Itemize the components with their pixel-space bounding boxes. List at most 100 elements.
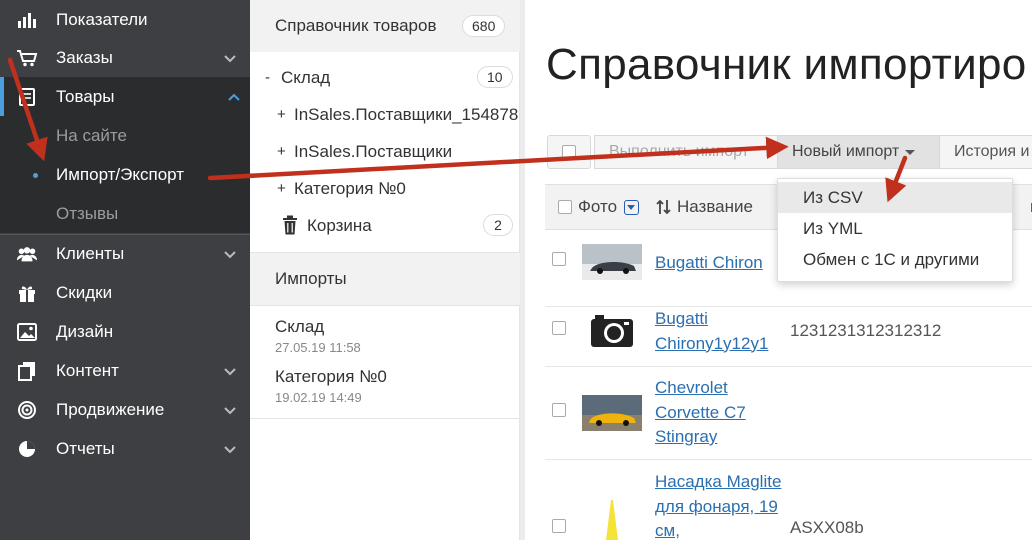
chevron-down-icon <box>224 406 236 414</box>
sidebar-subitem-reviews[interactable]: Отзывы <box>0 194 250 233</box>
import-date: 19.02.19 14:49 <box>275 390 362 405</box>
tree-item-category-0[interactable]: + Категория №0 <box>250 170 520 207</box>
sidebar-item-label: Дизайн <box>56 321 114 341</box>
caret-down-icon <box>905 149 916 155</box>
chevron-down-icon <box>224 54 236 62</box>
menu-item-1c-exchange[interactable]: Обмен с 1С и другими <box>778 244 1012 275</box>
new-import-label: Новый импорт <box>792 143 900 160</box>
pie-chart-icon <box>16 439 38 459</box>
history-button[interactable]: История и <box>939 135 1032 169</box>
import-item[interactable]: Склад 27.05.19 11:58 <box>275 317 361 355</box>
sidebar-item-content[interactable]: Контент <box>0 351 250 390</box>
page-title: Справочник импортиро <box>546 40 1027 89</box>
book-icon <box>16 87 38 107</box>
tree-collapse-marker[interactable]: - <box>265 69 270 86</box>
import-name: Склад <box>275 317 325 336</box>
product-thumbnail[interactable] <box>582 244 642 280</box>
catalog-panel: Справочник товаров 680 - Склад 10 + InSa… <box>250 0 520 540</box>
run-import-label: Выполнить импорт <box>609 143 749 160</box>
sidebar-item-label: Товары <box>56 86 115 106</box>
sidebar-subitem-on-site[interactable]: На сайте <box>0 116 250 155</box>
tree-count-badge: 2 <box>483 214 513 236</box>
column-name[interactable]: Название <box>655 197 753 217</box>
tree-item-trash[interactable]: Корзина 2 <box>250 207 520 244</box>
select-all-toolbar-checkbox[interactable] <box>547 135 591 169</box>
product-name-link[interactable]: Насадка Maglite для фонаря, 19 см, <box>655 470 783 540</box>
sidebar-item-orders[interactable]: Заказы <box>0 38 250 77</box>
catalog-title: Справочник товаров <box>275 16 437 35</box>
sidebar: Показатели Заказы Товары На сайте Импорт… <box>0 0 250 540</box>
product-sku: ASXX08b <box>790 518 864 537</box>
chevron-down-icon <box>224 250 236 258</box>
sidebar-item-discounts[interactable]: Скидки <box>0 273 250 312</box>
menu-item-label: Из CSV <box>803 187 863 207</box>
menu-item-from-csv[interactable]: Из CSV <box>778 182 1012 213</box>
column-photo-label: Фото <box>578 197 618 216</box>
pages-icon <box>16 361 38 381</box>
sidebar-item-design[interactable]: Дизайн <box>0 312 250 351</box>
menu-item-label: Из YML <box>803 218 863 238</box>
product-thumbnail[interactable] <box>582 395 642 431</box>
tree-expand-marker[interactable]: + <box>277 143 286 160</box>
imports-header: Импорты <box>250 252 520 306</box>
product-name-link[interactable]: Bugatti Chiron <box>655 251 763 276</box>
import-item[interactable]: Категория №0 19.02.19 14:49 <box>275 367 387 405</box>
sidebar-item-reports[interactable]: Отчеты <box>0 429 250 468</box>
column-photo[interactable]: Фото <box>578 197 640 217</box>
sidebar-item-promotion[interactable]: Продвижение <box>0 390 250 429</box>
table-row: Насадка Maglite для фонаря, 19 см, ASXX0… <box>545 460 1032 540</box>
tree-item-warehouse[interactable]: - Склад 10 <box>250 59 520 96</box>
gift-icon <box>16 283 38 303</box>
tree-count-badge: 10 <box>477 66 513 88</box>
table-row: Chevrolet Corvette C7 Stingray <box>545 367 1032 460</box>
tree-item-suppliers[interactable]: + InSales.Поставщики <box>250 133 520 170</box>
catalog-count-badge: 680 <box>462 15 506 37</box>
tree-item-suppliers-154878[interactable]: + InSales.Поставщики_154878 <box>250 96 520 133</box>
sidebar-item-clients[interactable]: Клиенты <box>0 234 250 273</box>
product-name-link[interactable]: Bugatti Chirony1y12y1 <box>655 307 785 356</box>
row-checkbox[interactable] <box>552 403 566 422</box>
sidebar-item-label: Продвижение <box>56 399 165 419</box>
filter-dropdown-icon[interactable] <box>624 199 640 215</box>
import-name: Категория №0 <box>275 367 387 386</box>
history-label: История и <box>954 143 1030 160</box>
run-import-button[interactable]: Выполнить импорт <box>594 135 778 169</box>
new-import-button[interactable]: Новый импорт <box>777 135 940 169</box>
tree-expand-marker[interactable]: + <box>277 106 286 123</box>
sort-icon[interactable] <box>655 198 673 216</box>
sidebar-item-label: Показатели <box>56 9 148 29</box>
product-thumbnail[interactable] <box>582 500 642 540</box>
tree-item-label: InSales.Поставщики_154878 <box>294 104 519 124</box>
chevron-down-icon <box>224 367 236 375</box>
tree-item-label: Категория №0 <box>294 178 406 198</box>
row-checkbox[interactable] <box>552 519 566 538</box>
sidebar-item-dashboard[interactable]: Показатели <box>0 0 250 39</box>
checkbox[interactable] <box>562 145 576 159</box>
camera-placeholder-icon[interactable] <box>582 311 642 351</box>
sidebar-subitem-import-export[interactable]: Импорт/Экспорт <box>0 155 250 194</box>
cart-icon <box>16 48 38 68</box>
image-icon <box>16 322 38 342</box>
sidebar-item-label: Контент <box>56 360 119 380</box>
sidebar-subitem-label: Отзывы <box>56 203 119 223</box>
column-name-label: Название <box>677 197 753 216</box>
tree-item-label: Корзина <box>307 215 372 235</box>
sidebar-item-label: Заказы <box>56 47 113 67</box>
users-icon <box>16 244 38 264</box>
imports-title: Импорты <box>275 269 347 288</box>
menu-item-label: Обмен с 1С и другими <box>803 249 980 269</box>
sidebar-subitem-label: На сайте <box>56 125 127 145</box>
sidebar-item-products[interactable]: Товары <box>0 77 250 116</box>
row-checkbox[interactable] <box>552 252 566 271</box>
imports-divider <box>250 418 520 419</box>
tree-item-label: InSales.Поставщики <box>294 141 453 161</box>
sidebar-item-label: Отчеты <box>56 438 115 458</box>
row-checkbox[interactable] <box>552 321 566 340</box>
tree-expand-marker[interactable]: + <box>277 180 286 197</box>
menu-item-from-yml[interactable]: Из YML <box>778 213 1012 244</box>
product-name-link[interactable]: Chevrolet Corvette C7 Stingray <box>655 376 780 450</box>
catalog-header[interactable]: Справочник товаров 680 <box>250 0 520 52</box>
active-dot-icon <box>33 173 38 178</box>
import-date: 27.05.19 11:58 <box>275 340 361 355</box>
select-all-checkbox[interactable] <box>558 200 572 219</box>
